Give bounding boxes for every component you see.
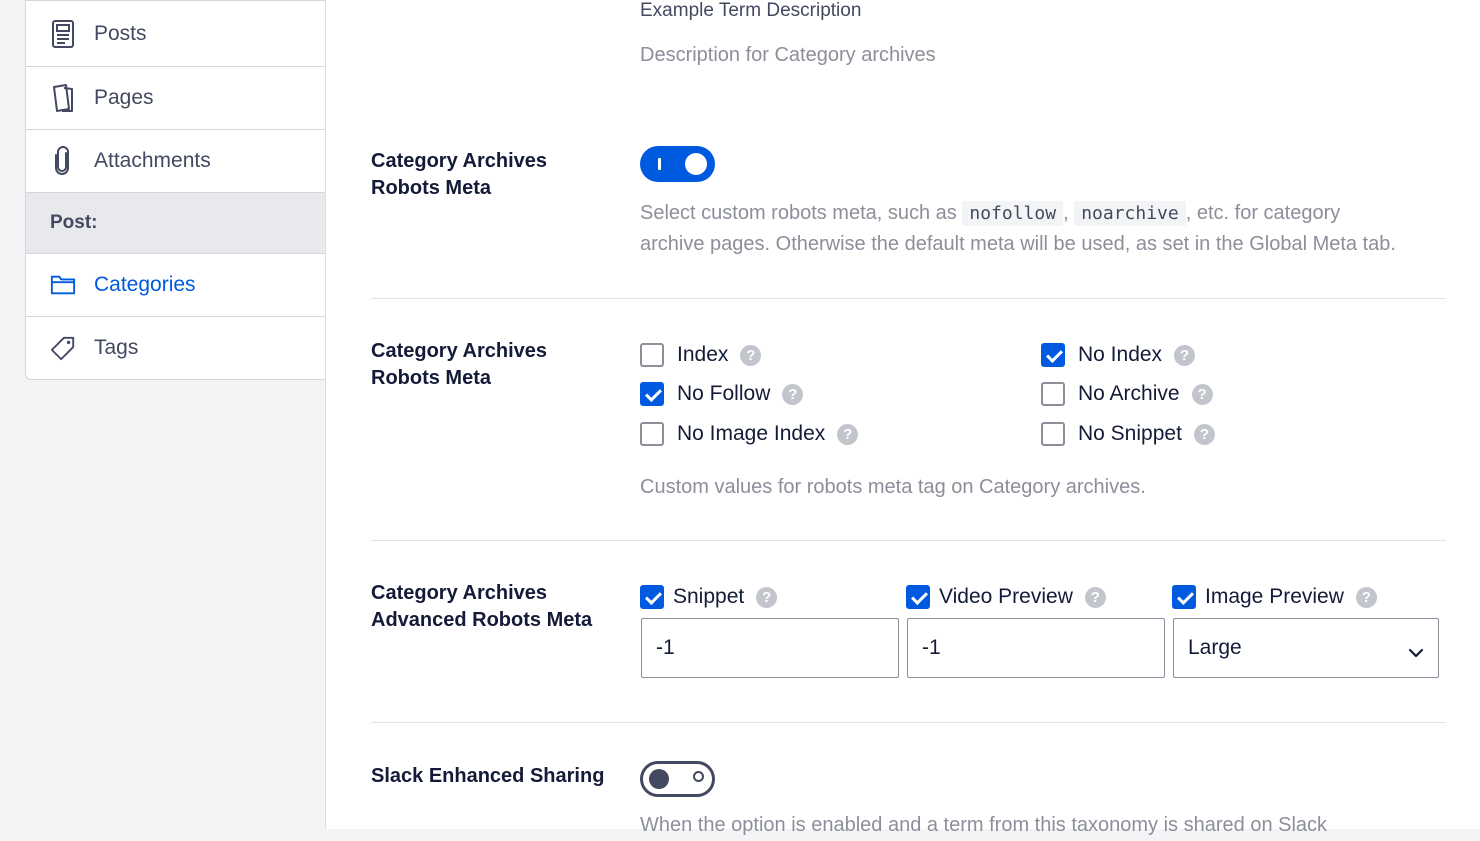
section-divider [371, 722, 1446, 723]
help-icon[interactable]: ? [1084, 586, 1106, 608]
desc-text-end: , etc. for category [1185, 202, 1341, 224]
image-preview-checkbox[interactable] [1172, 585, 1196, 609]
robots-meta-toggle[interactable] [640, 146, 715, 182]
snippet-checkbox[interactable] [640, 585, 664, 609]
option-no-snippet: No Snippet ? [1041, 420, 1215, 448]
option-no-index: No Index ? [1041, 341, 1196, 369]
image-preview-selected-value: Large [1188, 636, 1242, 659]
no-image-index-checkbox[interactable] [640, 422, 664, 446]
option-label: No Snippet [1078, 422, 1182, 445]
snippet-length-input[interactable]: -1 [641, 618, 899, 678]
option-label: Video Preview [939, 585, 1073, 608]
image-preview-select[interactable]: Large [1173, 618, 1439, 678]
option-label: No Follow [677, 382, 771, 405]
option-label: Index [677, 343, 729, 366]
option-no-follow: No Follow ? [640, 380, 804, 408]
sidebar-section-header: Post: [26, 192, 326, 253]
attachment-icon [50, 146, 76, 176]
robots-meta-options-label: Category Archives Robots Meta [371, 340, 547, 389]
option-image-preview: Image Preview ? [1172, 583, 1377, 611]
toggle-off-mark [693, 771, 704, 782]
folder-icon [50, 270, 76, 300]
video-preview-checkbox[interactable] [906, 585, 930, 609]
sidebar-item-label: Posts [94, 21, 147, 45]
robots-options-help-text: Custom values for robots meta tag on Cat… [640, 476, 1146, 498]
option-label: No Index [1078, 343, 1163, 366]
help-icon[interactable]: ? [782, 383, 804, 405]
sidebar-item-label: Tags [94, 336, 139, 359]
slack-sharing-label: Slack Enhanced Sharing [371, 765, 605, 787]
robots-meta-toggle-description: Select custom robots meta, such as nofol… [640, 198, 1460, 260]
option-index: Index ? [640, 341, 762, 369]
slack-sharing-help-text: When the option is enabled and a term fr… [640, 814, 1328, 836]
index-checkbox[interactable] [640, 343, 664, 367]
toggle-knob [685, 153, 707, 175]
description-help-text: Description for Category archives [640, 44, 936, 66]
option-no-archive: No Archive ? [1041, 380, 1213, 408]
no-snippet-checkbox[interactable] [1041, 422, 1065, 446]
option-snippet: Snippet ? [640, 583, 778, 611]
code-nofollow: nofollow [962, 201, 1064, 226]
posts-icon [50, 19, 76, 49]
toggle-knob [649, 769, 669, 789]
help-icon[interactable]: ? [756, 586, 778, 608]
help-icon[interactable]: ? [1355, 586, 1377, 608]
sidebar-item-categories[interactable]: Categories [26, 253, 326, 316]
section-divider [371, 540, 1446, 541]
pages-icon [50, 83, 76, 113]
no-archive-checkbox[interactable] [1041, 382, 1065, 406]
sidebar-item-pages[interactable]: Pages [26, 66, 326, 129]
no-index-checkbox[interactable] [1041, 343, 1065, 367]
desc-text: Select custom robots meta, such as [640, 202, 957, 224]
option-label: Snippet [673, 585, 745, 608]
advanced-robots-label: Category Archives Advanced Robots Meta [371, 582, 593, 631]
help-icon[interactable]: ? [740, 344, 762, 366]
section-divider [371, 298, 1446, 299]
desc-separator: , [1063, 202, 1069, 224]
toggle-on-mark [658, 158, 661, 170]
video-preview-length-input[interactable]: -1 [907, 618, 1165, 678]
help-icon[interactable]: ? [837, 423, 859, 445]
term-description-value[interactable]: Example Term Description [640, 0, 861, 22]
option-label: No Image Index [677, 422, 826, 445]
sidebar-item-label: Attachments [94, 149, 211, 172]
help-icon[interactable]: ? [1191, 383, 1213, 405]
sidebar-item-label: Categories [94, 273, 196, 296]
slack-sharing-toggle[interactable] [640, 761, 715, 797]
settings-panel [325, 0, 1480, 829]
sidebar-item-label: Pages [94, 86, 154, 109]
sidebar-item-tags[interactable]: Tags [26, 316, 326, 379]
code-noarchive: noarchive [1074, 201, 1186, 226]
option-video-preview: Video Preview ? [906, 583, 1106, 611]
tag-icon [50, 333, 76, 363]
chevron-down-icon [1408, 641, 1424, 665]
help-icon[interactable]: ? [1174, 344, 1196, 366]
taxonomy-sidebar: Posts Pages Attachments Post: Categories… [25, 0, 326, 380]
help-icon[interactable]: ? [1193, 423, 1215, 445]
sidebar-item-posts[interactable]: Posts [26, 0, 326, 66]
option-no-image-index: No Image Index ? [640, 420, 859, 448]
option-label: No Archive [1078, 382, 1180, 405]
desc-text-line2: archive pages. Otherwise the default met… [640, 233, 1396, 255]
option-label: Image Preview [1205, 585, 1344, 608]
sidebar-item-attachments[interactable]: Attachments [26, 129, 326, 192]
robots-meta-toggle-label: Category Archives Robots Meta [371, 150, 547, 199]
no-follow-checkbox[interactable] [640, 382, 664, 406]
